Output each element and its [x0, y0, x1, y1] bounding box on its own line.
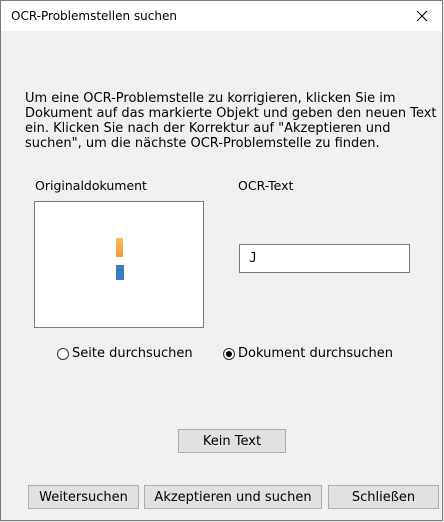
- preview-glyph-highlight: [116, 238, 123, 257]
- radio-search-page[interactable]: Seite durchsuchen: [57, 346, 193, 361]
- original-document-preview[interactable]: [34, 201, 204, 328]
- no-text-button[interactable]: Kein Text: [178, 429, 286, 453]
- accept-and-find-button[interactable]: Akzeptieren und suchen: [144, 485, 322, 509]
- radio-search-document[interactable]: Dokument durchsuchen: [223, 346, 393, 361]
- radio-label-document: Dokument durchsuchen: [238, 346, 394, 361]
- ocr-dialog: OCR-Problemstellen suchen Um eine OCR-Pr…: [0, 0, 443, 521]
- dialog-title: OCR-Problemstellen suchen: [11, 9, 177, 23]
- ocr-text-input[interactable]: [239, 244, 410, 273]
- close-icon: [416, 7, 428, 26]
- original-document-label: Originaldokument: [35, 178, 147, 193]
- close-dialog-button[interactable]: Schließen: [328, 485, 439, 509]
- title-bar: OCR-Problemstellen suchen: [1, 1, 442, 31]
- radio-label-page: Seite durchsuchen: [72, 346, 193, 361]
- radio-button-page[interactable]: [57, 347, 69, 360]
- preview-glyph-image: [116, 265, 124, 280]
- find-next-button[interactable]: Weitersuchen: [28, 485, 139, 509]
- ocr-text-label: OCR-Text: [238, 178, 294, 193]
- radio-button-document[interactable]: [223, 347, 235, 360]
- instructions-text: Um eine OCR-Problemstelle zu korrigieren…: [25, 91, 437, 151]
- close-button[interactable]: [402, 1, 442, 31]
